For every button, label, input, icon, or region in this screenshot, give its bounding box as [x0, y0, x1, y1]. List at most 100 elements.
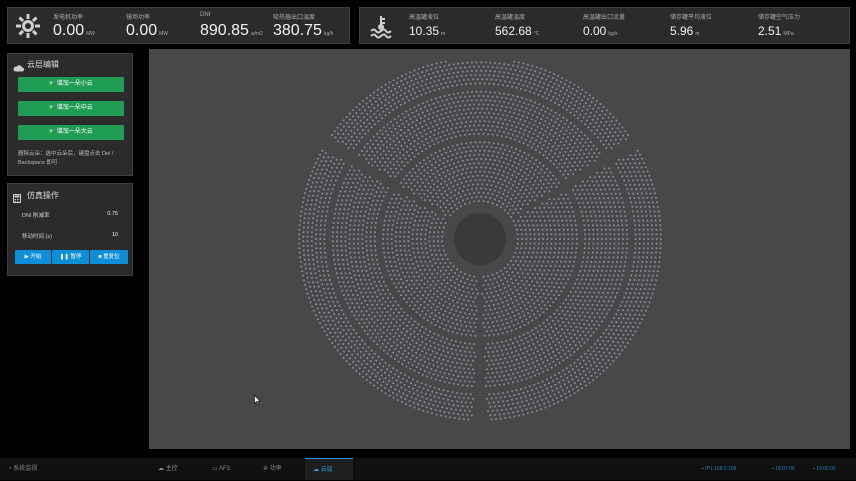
- heliostat-dot: [619, 210, 622, 213]
- heliostat-dot: [365, 310, 368, 313]
- nav-item-main[interactable]: ☁ 主控: [152, 458, 184, 480]
- heliostat-dot: [464, 203, 467, 205]
- heliostat-dot: [399, 157, 402, 160]
- nav-item-cloud[interactable]: ☁ 云层: [305, 458, 353, 480]
- heliostat-dot: [421, 150, 424, 153]
- heliostat-dot: [608, 308, 611, 311]
- add-medium-cloud-button[interactable]: + 增加一朵中云: [18, 101, 124, 116]
- move-time-row[interactable]: 移动时间 (s) 10: [22, 232, 122, 240]
- reset-button[interactable]: ■ 重复位: [90, 250, 128, 264]
- heliostat-dot: [462, 276, 464, 279]
- heliostat-dot: [353, 177, 356, 180]
- heliostat-dot: [536, 350, 539, 353]
- heliostat-dot: [354, 215, 357, 218]
- heliostat-dot: [515, 126, 518, 128]
- heliostat-dot: [438, 348, 441, 351]
- add-small-cloud-button[interactable]: + 增加一朵小云: [18, 77, 124, 92]
- heliostat-dot: [576, 311, 579, 314]
- heliostat-dot: [624, 305, 627, 307]
- heliostat-dot: [408, 171, 411, 174]
- heliostat-dot: [361, 136, 364, 139]
- heliostat-dot: [569, 394, 572, 397]
- heliostat-dot: [600, 233, 603, 236]
- heliostat-dot: [415, 133, 418, 136]
- nav-item-af3[interactable]: ▭ AF3: [206, 458, 236, 480]
- heliostat-field-canvas[interactable]: [149, 49, 850, 449]
- heliostat-dot: [447, 398, 449, 401]
- start-button[interactable]: ▶ 开始: [15, 250, 51, 264]
- heliostat-dot: [562, 224, 565, 227]
- heliostat-dot: [501, 400, 504, 403]
- heliostat-dot: [468, 162, 471, 165]
- heliostat-dot: [498, 191, 501, 194]
- heliostat-dot: [436, 352, 439, 355]
- heliostat-dot: [528, 385, 531, 388]
- dni-reduction-row[interactable]: DNI 削减率 0.75: [22, 211, 122, 219]
- heliostat-dot: [600, 224, 603, 227]
- heliostat-dot: [424, 92, 427, 95]
- heliostat-dot: [339, 136, 342, 139]
- pause-button[interactable]: ❚❚ 暂停: [52, 250, 89, 264]
- heliostat-dot: [446, 138, 449, 141]
- heliostat-dot: [508, 119, 511, 122]
- heliostat-dot: [399, 324, 401, 327]
- heliostat-dot: [413, 200, 416, 203]
- heliostat-dot: [561, 137, 564, 140]
- heliostat-dot: [552, 174, 555, 177]
- add-large-cloud-button[interactable]: + 增加一朵大云: [18, 125, 124, 140]
- heliostat-dot: [570, 374, 573, 377]
- heliostat-dot: [550, 202, 553, 205]
- heliostat-dot: [401, 377, 404, 380]
- heliostat-dot: [566, 119, 569, 122]
- heliostat-dot: [370, 249, 373, 252]
- heliostat-dot: [384, 104, 387, 107]
- heliostat-dot: [462, 199, 464, 202]
- heliostat-dot: [408, 297, 411, 300]
- heliostat-dot: [442, 196, 445, 199]
- heliostat-dot: [633, 197, 636, 199]
- heliostat-dot: [634, 233, 637, 236]
- heliostat-dot: [487, 372, 490, 375]
- heliostat-dot: [313, 166, 316, 169]
- heliostat-dot: [553, 286, 556, 289]
- heliostat-dot: [567, 265, 570, 268]
- heliostat-dot: [328, 197, 331, 199]
- heliostat-dot: [397, 258, 400, 261]
- heliostat-dot: [503, 374, 506, 377]
- heliostat-dot: [423, 199, 426, 202]
- heliostat-dot: [531, 272, 534, 275]
- heliostat-dot: [588, 206, 591, 209]
- heliostat-dot: [575, 375, 578, 378]
- heliostat-dot: [624, 171, 627, 173]
- heliostat-dot: [389, 215, 392, 218]
- heliostat-dot: [519, 306, 522, 309]
- heliostat-dot: [544, 69, 547, 72]
- heliostat-dot: [362, 370, 365, 373]
- heliostat-dot: [387, 133, 390, 136]
- heliostat-dot: [455, 318, 458, 321]
- heliostat-dot: [582, 256, 585, 259]
- heliostat-dot: [512, 64, 515, 67]
- heliostat-dot: [324, 183, 327, 186]
- heliostat-dot: [371, 217, 374, 220]
- heliostat-dot: [560, 290, 563, 293]
- heliostat-dot: [380, 384, 383, 387]
- heliostat-dot: [513, 60, 516, 63]
- heliostat-dot: [634, 330, 637, 333]
- heliostat-dot: [515, 299, 518, 302]
- nav-item-power[interactable]: ✲ 功率: [257, 458, 288, 480]
- heliostat-dot: [626, 300, 628, 303]
- heliostat-dot: [392, 256, 395, 259]
- heliostat-dot: [604, 274, 607, 277]
- heliostat-dot: [583, 380, 586, 383]
- heliostat-dot: [439, 96, 442, 99]
- heliostat-dot: [503, 131, 505, 134]
- heliostat-dot: [504, 417, 507, 419]
- heliostat-dot: [403, 126, 406, 129]
- heliostat-dot: [500, 279, 503, 282]
- nav-brand[interactable]: ◔ 系统监视: [8, 458, 37, 480]
- heliostat-dot: [355, 210, 358, 213]
- heliostat-dot: [500, 156, 503, 159]
- heliostat-dot: [398, 125, 400, 128]
- heliostat-dot: [446, 184, 449, 187]
